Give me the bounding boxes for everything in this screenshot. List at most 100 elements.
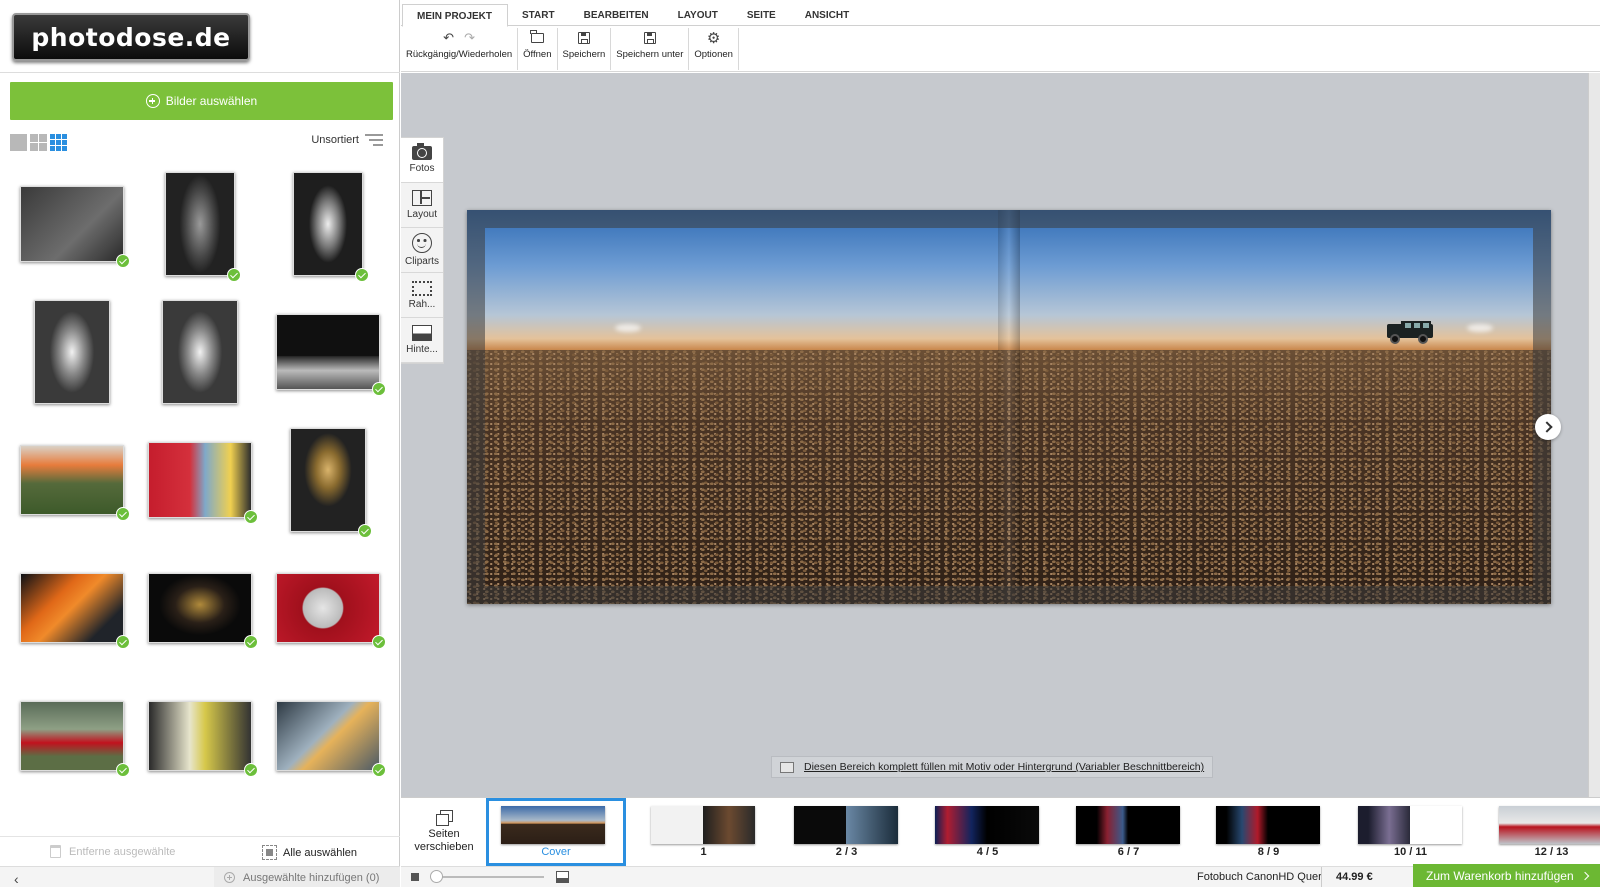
side-tool-frames[interactable]: Rah... <box>401 273 443 318</box>
landrover <box>1387 321 1433 345</box>
page-label: 1 <box>700 846 707 858</box>
photo-thumbnail[interactable] <box>20 445 130 521</box>
page-thumbnail[interactable]: 10 / 11 <box>1343 798 1478 866</box>
side-tool-label: Fotos <box>409 163 435 174</box>
tab-layout[interactable]: LAYOUT <box>664 4 733 26</box>
used-checkmark-icon <box>372 382 386 396</box>
page-preview <box>1076 806 1180 844</box>
page-thumbnail[interactable]: 6 / 7 <box>1061 798 1196 866</box>
page-label: 6 / 7 <box>1117 846 1140 858</box>
tab-seite[interactable]: SEITE <box>733 4 791 26</box>
undo-icon[interactable]: ↶ <box>443 30 454 46</box>
small-grid-icon[interactable] <box>50 134 67 151</box>
select-images-button[interactable]: Bilder auswählen <box>10 82 393 120</box>
options-button[interactable]: ⚙ Optionen <box>689 28 739 70</box>
remove-selected-button[interactable]: Entferne ausgewählte <box>50 845 175 858</box>
select-all-icon <box>262 845 277 860</box>
page-thumbnail[interactable]: 8 / 9 <box>1201 798 1336 866</box>
smiley-icon <box>412 233 432 253</box>
add-selected-label: Ausgewählte hinzufügen (0) <box>243 871 380 884</box>
image-library-panel: photodose.de Bilder auswählen Unsortiert… <box>0 0 400 887</box>
side-tool-layout[interactable]: Layout <box>401 183 443 228</box>
page-thumbnail[interactable]: 2 / 3 <box>779 798 914 866</box>
photo-thumbnail[interactable] <box>20 701 130 777</box>
move-pages-icon <box>436 810 453 826</box>
save-icon <box>577 32 590 44</box>
add-selected-button[interactable]: Ausgewählte hinzufügen (0) <box>214 867 400 887</box>
undo-redo-label: Rückgängig/Wiederholen <box>406 49 513 60</box>
photo-thumbnail-cell <box>264 672 392 800</box>
gear-icon: ⚙ <box>706 30 721 47</box>
side-tool-label: Hinte... <box>406 344 438 355</box>
sort-label: Unsortiert <box>311 134 359 146</box>
photo-thumbnail-cell <box>136 672 264 800</box>
tab-ansicht[interactable]: ANSICHT <box>791 4 864 26</box>
photo-thumbnail[interactable] <box>148 442 258 524</box>
frame-icon <box>412 280 432 296</box>
folder-icon <box>530 30 544 43</box>
page-preview <box>794 806 898 844</box>
fill-area-option[interactable]: Diesen Bereich komplett füllen mit Motiv… <box>771 756 1214 778</box>
side-tool-label: Layout <box>406 209 438 220</box>
save-as-label: Speichern unter <box>616 49 684 60</box>
large-grid-icon[interactable] <box>10 134 27 151</box>
logo-text: photodose.de <box>31 22 231 52</box>
smoke <box>615 324 641 332</box>
photo-thumbnail[interactable] <box>276 573 386 649</box>
photo-thumbnail[interactable] <box>162 300 238 404</box>
page-thumbnail[interactable]: 1 <box>636 798 771 866</box>
photo-thumbnail-cell <box>136 416 264 544</box>
next-page-button[interactable] <box>1535 414 1561 440</box>
undo-redo-button[interactable]: ↶ ↷ Rückgängig/Wiederholen <box>401 28 519 70</box>
select-all-button[interactable]: Alle auswählen <box>262 845 357 860</box>
photo-thumbnail[interactable] <box>20 186 130 268</box>
save-button[interactable]: Speichern <box>558 28 612 70</box>
sort-dropdown[interactable]: Unsortiert <box>311 134 383 146</box>
photo-thumbnail[interactable] <box>276 701 386 777</box>
photo-thumbnail[interactable] <box>290 428 372 538</box>
photo-thumbnail[interactable] <box>34 300 110 404</box>
photobook-spread[interactable] <box>467 210 1551 604</box>
photo-thumbnail[interactable] <box>148 573 258 649</box>
ribbon-tabs: MEIN PROJEKT START BEARBEITEN LAYOUT SEI… <box>401 4 1600 27</box>
fill-area-checkbox[interactable] <box>780 761 794 773</box>
page-thumbnail[interactable]: 4 / 5 <box>920 798 1055 866</box>
add-to-cart-label: Zum Warenkorb hinzufügen <box>1426 869 1574 883</box>
save-label: Speichern <box>562 49 606 60</box>
redo-icon[interactable]: ↷ <box>464 30 475 46</box>
select-images-label: Bilder auswählen <box>165 94 258 108</box>
tab-mein-projekt[interactable]: MEIN PROJEKT <box>402 4 509 27</box>
zoom-in-icon[interactable] <box>556 871 569 883</box>
page-preview <box>935 806 1039 844</box>
side-tool-fotos[interactable]: Fotos <box>401 138 443 183</box>
photo-thumbnail-cell <box>136 160 264 288</box>
zoom-slider-handle[interactable] <box>430 870 443 883</box>
save-as-button[interactable]: Speichern unter <box>611 28 690 70</box>
library-actions: Entferne ausgewählte Alle auswählen <box>0 836 400 864</box>
open-button[interactable]: Öffnen <box>518 28 558 70</box>
page-label: 10 / 11 <box>1393 846 1428 858</box>
side-tool-backgrounds[interactable]: Hinte... <box>401 318 443 363</box>
tab-bearbeiten[interactable]: BEARBEITEN <box>570 4 664 26</box>
photo-thumbnail[interactable] <box>165 172 241 282</box>
zoom-out-icon[interactable] <box>411 873 419 881</box>
add-to-cart-button[interactable]: Zum Warenkorb hinzufügen <box>1413 864 1600 887</box>
photo-thumbnail-cell <box>8 160 136 288</box>
photo-thumbnail[interactable] <box>276 314 386 396</box>
price: 44.99 € <box>1321 867 1396 887</box>
page-thumbnail[interactable]: 12 / 13 <box>1484 798 1600 866</box>
collapse-panel-icon[interactable]: ‹ <box>14 871 19 887</box>
photo-thumbnail[interactable] <box>148 701 258 777</box>
medium-grid-icon[interactable] <box>30 134 47 151</box>
side-tool-cliparts[interactable]: Cliparts <box>401 228 443 273</box>
tab-start[interactable]: START <box>508 4 570 26</box>
used-checkmark-icon <box>227 268 241 282</box>
zoom-slider[interactable] <box>431 876 544 878</box>
photo-thumbnail[interactable] <box>20 573 130 649</box>
move-pages-button[interactable]: Seiten verschieben <box>401 798 487 866</box>
vertical-scrollbar[interactable] <box>1588 73 1600 797</box>
side-tool-label: Rah... <box>408 298 436 310</box>
select-all-label: Alle auswählen <box>283 846 357 859</box>
photo-thumbnail[interactable] <box>293 172 369 282</box>
page-thumbnail[interactable]: Cover <box>486 798 626 866</box>
